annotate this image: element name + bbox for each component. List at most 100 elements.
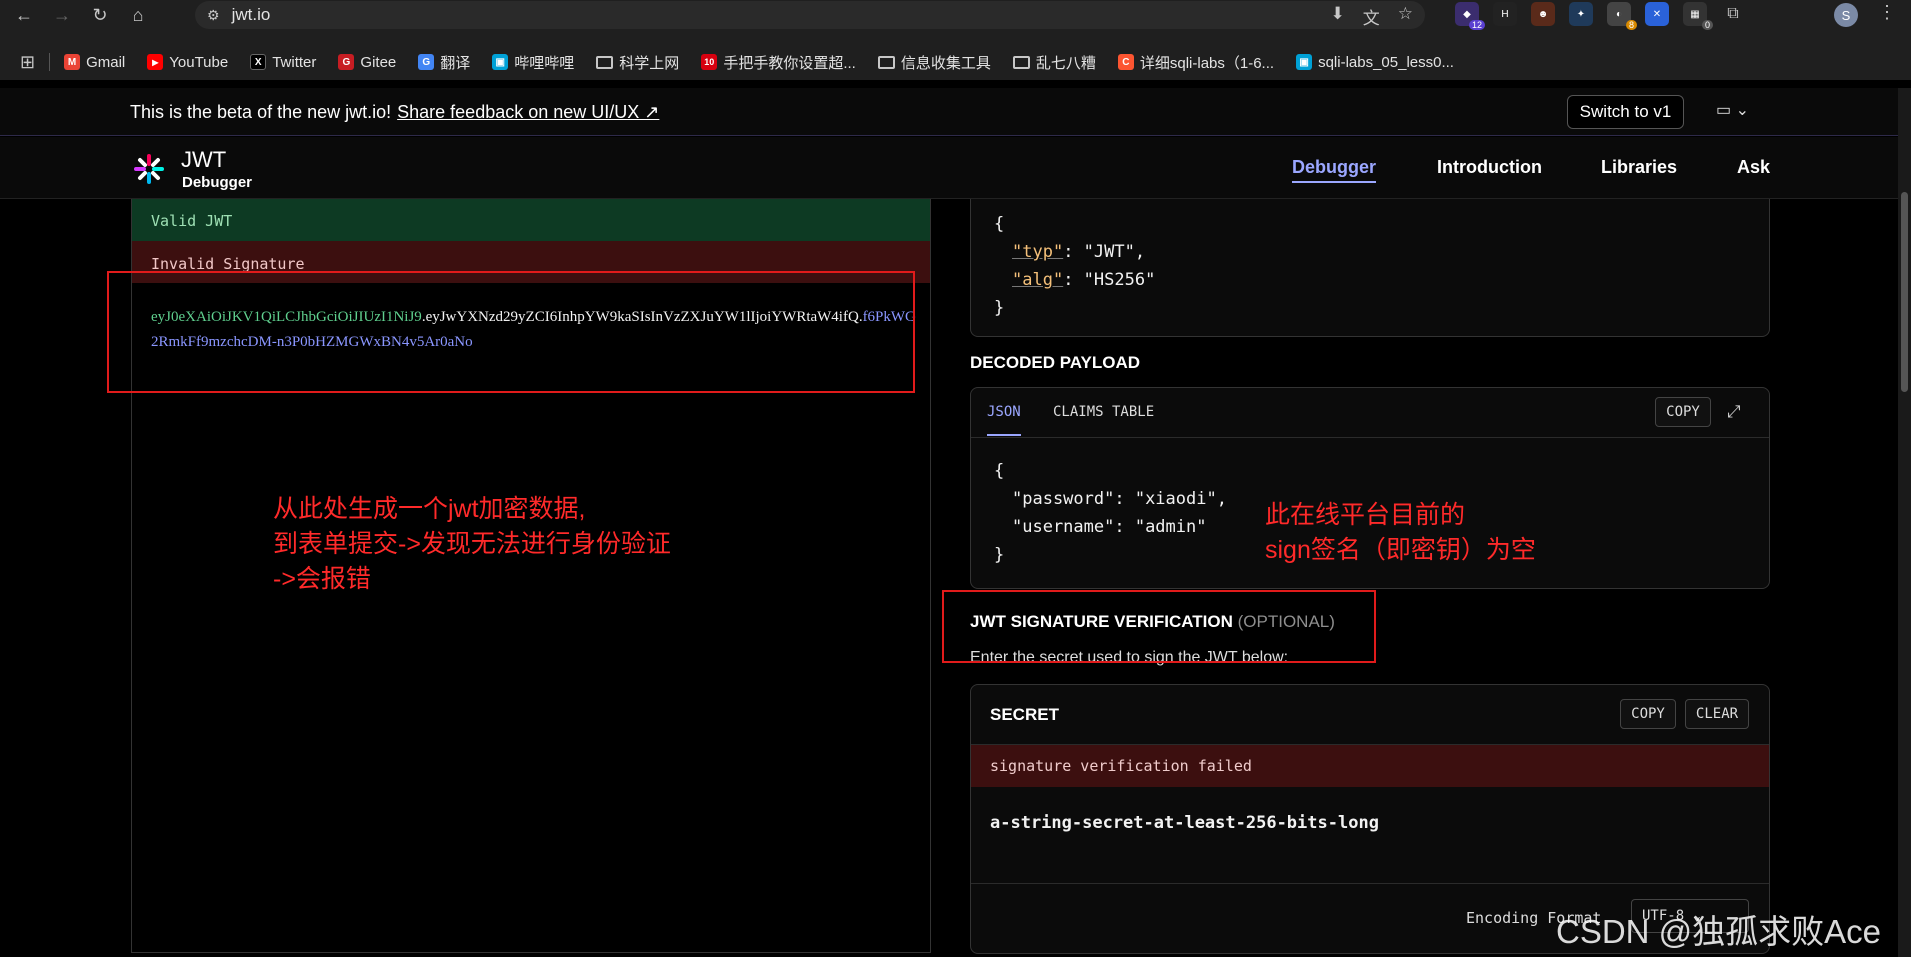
- secret-input[interactable]: a-string-secret-at-least-256-bits-long: [990, 813, 1379, 833]
- annotation-line: 此在线平台目前的: [1265, 501, 1466, 529]
- extensions-puzzle-icon[interactable]: ⧉: [1721, 2, 1745, 26]
- bookmarks-bar: ⊞ M Gmail ▶ YouTube X Twitter G Gitee G 翻译 ▣ 哔…: [0, 44, 1911, 80]
- extension-icon[interactable]: H: [1493, 2, 1517, 26]
- bookmark-label: Twitter: [272, 53, 317, 71]
- gmail-icon: M: [64, 54, 81, 70]
- x-icon: X: [250, 54, 267, 70]
- youtube-icon: ▶: [147, 54, 164, 70]
- install-app-icon[interactable]: ⬇: [1331, 4, 1345, 29]
- decoded-payload-json[interactable]: { "password": "xiaodi", "username": "adm…: [994, 457, 1227, 569]
- extension-icon[interactable]: ◐ 8: [1607, 2, 1637, 30]
- gitee-icon: G: [338, 54, 355, 70]
- browser-toolbar: ← → ↻ ⌂ ⚙ jwt.io ⬇ 文 ☆ ◆ 12 H ☻ ✦ ◐ 8 ✕ ▦ 0…: [0, 0, 1911, 31]
- jwt-logo-icon[interactable]: [134, 154, 164, 184]
- nav-introduction[interactable]: Introduction: [1437, 157, 1542, 178]
- bookmark-label: 乱七八糟: [1035, 54, 1096, 72]
- payload-tabs: JSON CLAIMS TABLE COPY ⤢: [971, 388, 1769, 438]
- annotation-note-right: 此在线平台目前的 sign签名（即密钥）为空: [1265, 498, 1536, 568]
- secret-header: SECRET COPY CLEAR: [971, 685, 1769, 745]
- scrollbar-thumb[interactable]: [1901, 192, 1908, 392]
- feedback-link[interactable]: Share feedback on new UI/UX ↗: [397, 102, 659, 122]
- bookmark-csdn[interactable]: C 详细sqli-labs（1-6...: [1117, 52, 1275, 73]
- bookmark-gmail[interactable]: M Gmail: [64, 54, 125, 71]
- bookmark-folder-misc[interactable]: 乱七八糟: [1012, 52, 1096, 73]
- site-info-icon[interactable]: ⚙: [207, 7, 220, 24]
- json-key: "username": [1012, 517, 1115, 537]
- json-brace: {: [994, 214, 1005, 234]
- forward-icon[interactable]: →: [48, 2, 76, 30]
- extension-icon[interactable]: ▦ 0: [1683, 2, 1713, 30]
- bookmark-label: 手把手教你设置超...: [723, 54, 856, 72]
- site-title[interactable]: JWT: [181, 147, 226, 173]
- signature-error: signature verification failed: [971, 745, 1769, 787]
- profile-avatar[interactable]: S: [1834, 3, 1858, 27]
- home-icon[interactable]: ⌂: [124, 2, 152, 30]
- nav-libraries[interactable]: Libraries: [1601, 157, 1677, 178]
- switch-to-v1-button[interactable]: Switch to v1: [1567, 95, 1684, 129]
- bookmark-label: Gmail: [86, 53, 126, 71]
- bookmark-label: sqli-labs_05_less0...: [1318, 53, 1454, 71]
- json-line: "password": "xiaodi",: [994, 485, 1227, 513]
- tab-claims-table[interactable]: CLAIMS TABLE: [1053, 404, 1154, 420]
- extension-icon[interactable]: ✦: [1569, 2, 1593, 26]
- site-subtitle: Debugger: [182, 174, 253, 191]
- clear-secret-button[interactable]: CLEAR: [1685, 699, 1749, 729]
- display-mode-icon[interactable]: ▭ ⌄: [1716, 100, 1749, 120]
- extension-icon[interactable]: ◆ 12: [1455, 2, 1485, 30]
- bookmark-folder-info-tools[interactable]: 信息收集工具: [877, 52, 991, 73]
- address-bar[interactable]: ⚙ jwt.io ⬇ 文 ☆: [195, 1, 1425, 29]
- folder-icon: [596, 55, 614, 69]
- translate-page-icon[interactable]: 文: [1363, 4, 1380, 29]
- nav-ask[interactable]: Ask: [1737, 157, 1770, 178]
- toolbar-gap: [0, 31, 1911, 44]
- reload-icon[interactable]: ↻: [86, 2, 114, 30]
- bookmark-label: Gitee: [360, 53, 397, 71]
- bookmark-folder-science[interactable]: 科学上网: [596, 52, 679, 73]
- bookmark-label: 详细sqli-labs（1-6...: [1139, 54, 1275, 72]
- decoded-header-json[interactable]: { "typ": "JWT", "alg": "HS256" }: [994, 210, 1155, 322]
- bookmark-star-icon[interactable]: ☆: [1398, 4, 1413, 29]
- bilibili-icon: ▣: [492, 54, 509, 70]
- copy-secret-button[interactable]: COPY: [1620, 699, 1676, 729]
- json-value: : "xiaodi",: [1114, 489, 1227, 509]
- token-highlight-box: [107, 271, 915, 393]
- bookmark-gitee[interactable]: G Gitee: [338, 54, 396, 71]
- translate-icon: G: [418, 54, 435, 70]
- bookmark-twitter[interactable]: X Twitter: [250, 54, 316, 71]
- bookmarks-divider: [49, 53, 51, 71]
- copy-payload-button[interactable]: COPY: [1655, 397, 1711, 427]
- page-scrollbar[interactable]: [1898, 88, 1911, 957]
- extension-badge: 0: [1701, 20, 1713, 30]
- bookmark-bilibili[interactable]: ▣ 哔哩哔哩: [492, 52, 574, 73]
- apps-grid-icon[interactable]: ⊞: [20, 52, 35, 73]
- bookmark-tutorial[interactable]: 10 手把手教你设置超...: [701, 52, 856, 73]
- bookmark-sqli-labs[interactable]: ▣ sqli-labs_05_less0...: [1296, 54, 1454, 71]
- annotation-note-left: 从此处生成一个jwt加密数据, 到表单提交->发现无法进行身份验证 ->会报错: [273, 492, 671, 597]
- annotation-line: 从此处生成一个jwt加密数据,: [273, 495, 586, 523]
- tab-json[interactable]: JSON: [987, 404, 1021, 436]
- bilibili-icon: ▣: [1296, 54, 1313, 70]
- json-line: "typ": "JWT",: [994, 238, 1155, 266]
- folder-icon: [877, 55, 895, 69]
- bookmark-label: 科学上网: [619, 54, 680, 72]
- json-value: : "HS256": [1063, 270, 1156, 290]
- csdn-icon: C: [1117, 54, 1134, 70]
- back-icon[interactable]: ←: [10, 2, 38, 30]
- json-brace: {: [994, 461, 1005, 481]
- bookmark-label: YouTube: [169, 53, 229, 71]
- extension-icon[interactable]: ☻: [1531, 2, 1555, 26]
- decoded-payload-title: DECODED PAYLOAD: [970, 353, 1141, 372]
- extension-icon[interactable]: ✕: [1645, 2, 1669, 26]
- json-line: "username": "admin": [994, 513, 1227, 541]
- beta-text: This is the beta of the new jwt.io!: [130, 102, 392, 122]
- address-url[interactable]: jwt.io: [232, 5, 271, 25]
- json-line: "alg": "HS256": [994, 266, 1155, 294]
- nav-debugger[interactable]: Debugger: [1292, 157, 1377, 183]
- expand-icon[interactable]: ⤢: [1727, 402, 1741, 422]
- annotation-line: sign签名（即密钥）为空: [1265, 536, 1536, 564]
- secret-label: SECRET: [990, 705, 1059, 724]
- more-menu-icon[interactable]: ⋮: [1878, 2, 1896, 23]
- bookmark-translate[interactable]: G 翻译: [418, 52, 470, 73]
- bookmark-youtube[interactable]: ▶ YouTube: [147, 54, 228, 71]
- csdn-watermark: CSDN @独孤求败Ace: [1556, 913, 1882, 950]
